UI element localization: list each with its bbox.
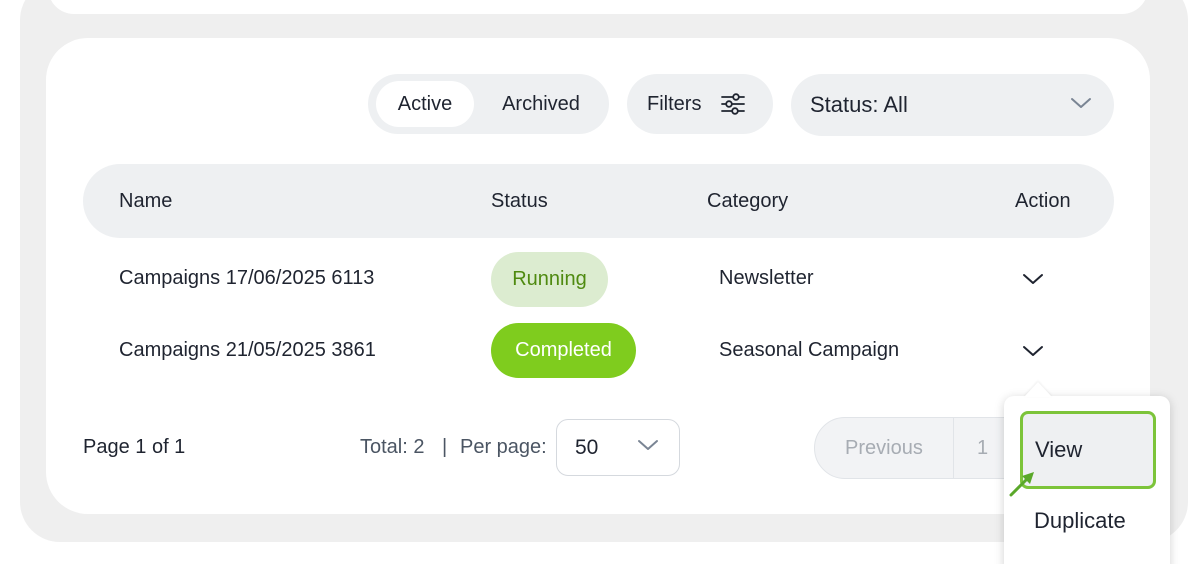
campaign-name: Campaigns 17/06/2025 6113 xyxy=(119,267,375,289)
per-page-select[interactable]: 50 xyxy=(556,419,680,476)
menu-item-view-label: View xyxy=(1035,437,1083,462)
separator: | xyxy=(442,436,448,458)
table-header: Name Status Category Action xyxy=(83,164,1114,238)
menu-item-duplicate[interactable]: Duplicate xyxy=(1034,508,1126,534)
page-info: Page 1 of 1 xyxy=(83,436,186,458)
campaign-name: Campaigns 21/05/2025 3861 xyxy=(119,339,376,361)
column-header-category[interactable]: Category xyxy=(707,190,788,213)
previous-card xyxy=(48,0,1148,14)
action-chevron-down-icon[interactable] xyxy=(1022,344,1044,358)
pointer-arrow-icon xyxy=(1009,472,1034,497)
column-header-action: Action xyxy=(1015,190,1071,212)
tab-archived[interactable]: Archived xyxy=(480,81,602,127)
per-page-label: Per page: xyxy=(460,436,547,458)
menu-caret xyxy=(1024,382,1052,397)
previous-page-button[interactable]: Previous xyxy=(845,437,923,460)
menu-item-view[interactable]: View xyxy=(1020,411,1156,489)
column-header-status[interactable]: Status xyxy=(491,190,548,213)
page-number-button[interactable]: 1 xyxy=(977,437,988,460)
total-count: Total: 2 xyxy=(360,436,425,458)
status-badge: Running xyxy=(491,252,608,307)
campaign-category: Seasonal Campaign xyxy=(719,339,900,361)
column-header-name[interactable]: Name xyxy=(119,190,172,213)
tab-active[interactable]: Active xyxy=(376,81,474,127)
status-filter-select[interactable]: Status: All xyxy=(791,74,1114,136)
status-filter-value: Status: All xyxy=(810,92,908,117)
chevron-down-icon xyxy=(638,440,658,450)
pagination-controls: Previous 1 xyxy=(814,417,1014,479)
pager-divider xyxy=(953,418,954,478)
chevron-down-icon xyxy=(1071,98,1091,108)
action-chevron-down-icon[interactable] xyxy=(1022,272,1044,286)
filters-label: Filters xyxy=(647,92,702,115)
status-badge: Completed xyxy=(491,323,636,378)
archive-toggle: Active Archived xyxy=(368,74,609,134)
per-page-value: 50 xyxy=(575,435,599,459)
campaign-category: Newsletter xyxy=(719,267,814,289)
filters-button[interactable]: Filters xyxy=(627,74,773,134)
sliders-icon xyxy=(721,93,746,115)
